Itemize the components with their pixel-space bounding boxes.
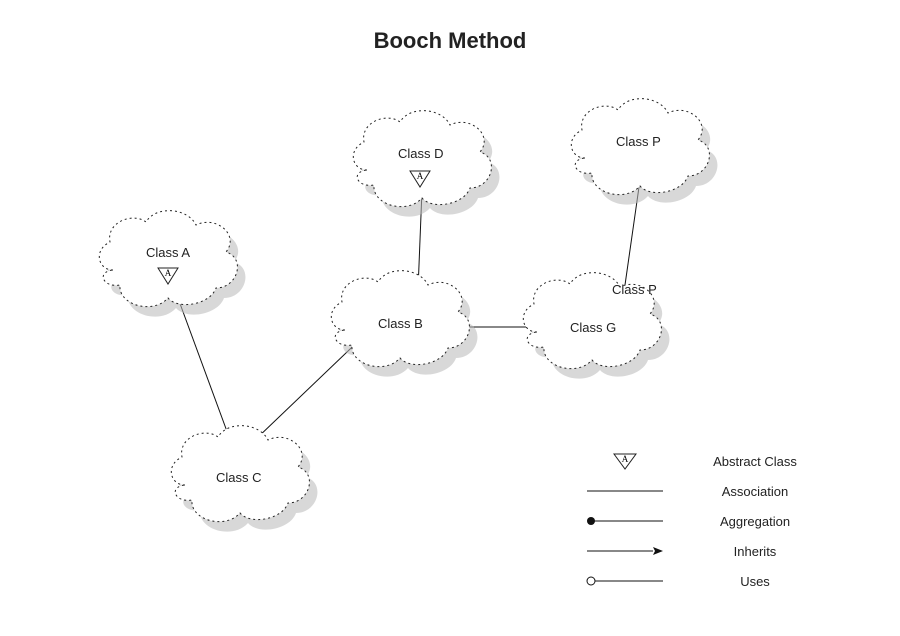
legend-uses-icon — [580, 575, 670, 587]
legend: A Abstract Class Association Aggregation… — [580, 446, 840, 596]
abstract-badge-class-a-letter: A — [165, 268, 172, 278]
legend-row-aggregation: Aggregation — [580, 506, 840, 536]
svg-text:A: A — [622, 454, 629, 464]
legend-abstract-icon: A — [580, 451, 670, 471]
legend-inherits-label: Inherits — [670, 544, 840, 559]
label-class-d: Class D — [398, 146, 444, 161]
legend-aggregation-label: Aggregation — [670, 514, 840, 529]
node-class-d — [353, 111, 499, 217]
legend-inherits-icon — [580, 545, 670, 557]
node-class-a — [99, 211, 245, 317]
legend-row-uses: Uses — [580, 566, 840, 596]
label-class-p-top: Class P — [616, 134, 661, 149]
legend-row-inherits: Inherits — [580, 536, 840, 566]
node-class-p-top — [571, 99, 717, 205]
label-class-a: Class A — [146, 245, 190, 260]
legend-row-association: Association — [580, 476, 840, 506]
label-class-p-mid: Class P — [612, 282, 657, 297]
legend-uses-label: Uses — [670, 574, 840, 589]
label-class-b: Class B — [378, 316, 423, 331]
label-class-g: Class G — [570, 320, 616, 335]
legend-association-icon — [580, 485, 670, 497]
label-class-c: Class C — [216, 470, 262, 485]
legend-aggregation-icon — [580, 515, 670, 527]
legend-row-abstract: A Abstract Class — [580, 446, 840, 476]
legend-association-label: Association — [670, 484, 840, 499]
abstract-badge-class-d-letter: A — [417, 171, 424, 181]
legend-abstract-label: Abstract Class — [670, 454, 840, 469]
